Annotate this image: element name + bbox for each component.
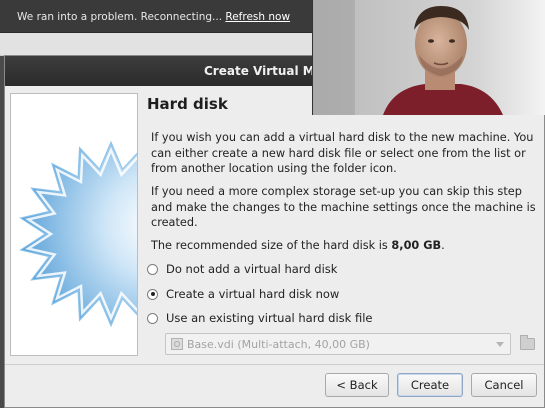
webcam-person-image	[313, 0, 545, 115]
radio-no-disk[interactable]: Do not add a virtual hard disk	[147, 261, 337, 277]
create-button[interactable]: Create	[397, 373, 463, 397]
radio-button[interactable]	[147, 288, 158, 300]
radio-label: Use an existing virtual hard disk file	[166, 311, 373, 325]
existing-disk-combo[interactable]: Base.vdi (Multi-attach, 40,00 GB)	[165, 333, 511, 355]
intro-paragraph: If you wish you can add a virtual hard d…	[151, 131, 534, 175]
dialog-title: Create Virtual Ma	[204, 64, 323, 78]
cancel-button[interactable]: Cancel	[471, 373, 537, 397]
folder-icon	[519, 335, 535, 350]
recommended-size-value: 8,00 GB	[391, 239, 442, 252]
banner-text: We ran into a problem. Reconnecting... R…	[17, 11, 290, 23]
storage-paragraph: If you need a more complex storage set-u…	[151, 185, 536, 229]
wizard-side-image	[10, 93, 138, 356]
radio-button[interactable]	[147, 263, 158, 275]
blue-star-icon	[19, 140, 137, 328]
combo-value: Base.vdi (Multi-attach, 40,00 GB)	[187, 337, 370, 351]
back-button[interactable]: < Back	[325, 373, 389, 397]
recommended-size-text: The recommended size of the hard disk is…	[151, 238, 537, 254]
webcam-overlay	[312, 0, 545, 115]
choose-disk-file-button[interactable]	[517, 333, 537, 355]
recommended-suffix: .	[441, 239, 445, 252]
button-separator	[5, 364, 544, 365]
dropdown-arrow-icon[interactable]	[496, 342, 504, 347]
page-heading: Hard disk	[147, 95, 228, 113]
disk-icon	[171, 338, 183, 350]
radio-label: Create a virtual hard disk now	[166, 287, 340, 301]
radio-label: Do not add a virtual hard disk	[166, 262, 338, 276]
radio-button[interactable]	[147, 312, 158, 324]
radio-existing-disk[interactable]: Use an existing virtual hard disk file	[147, 310, 373, 326]
refresh-now-link[interactable]: Refresh now	[225, 11, 290, 23]
recommended-prefix: The recommended size of the hard disk is	[151, 239, 392, 252]
banner-message: We ran into a problem. Reconnecting...	[17, 11, 223, 23]
radio-create-disk[interactable]: Create a virtual hard disk now	[147, 286, 339, 302]
